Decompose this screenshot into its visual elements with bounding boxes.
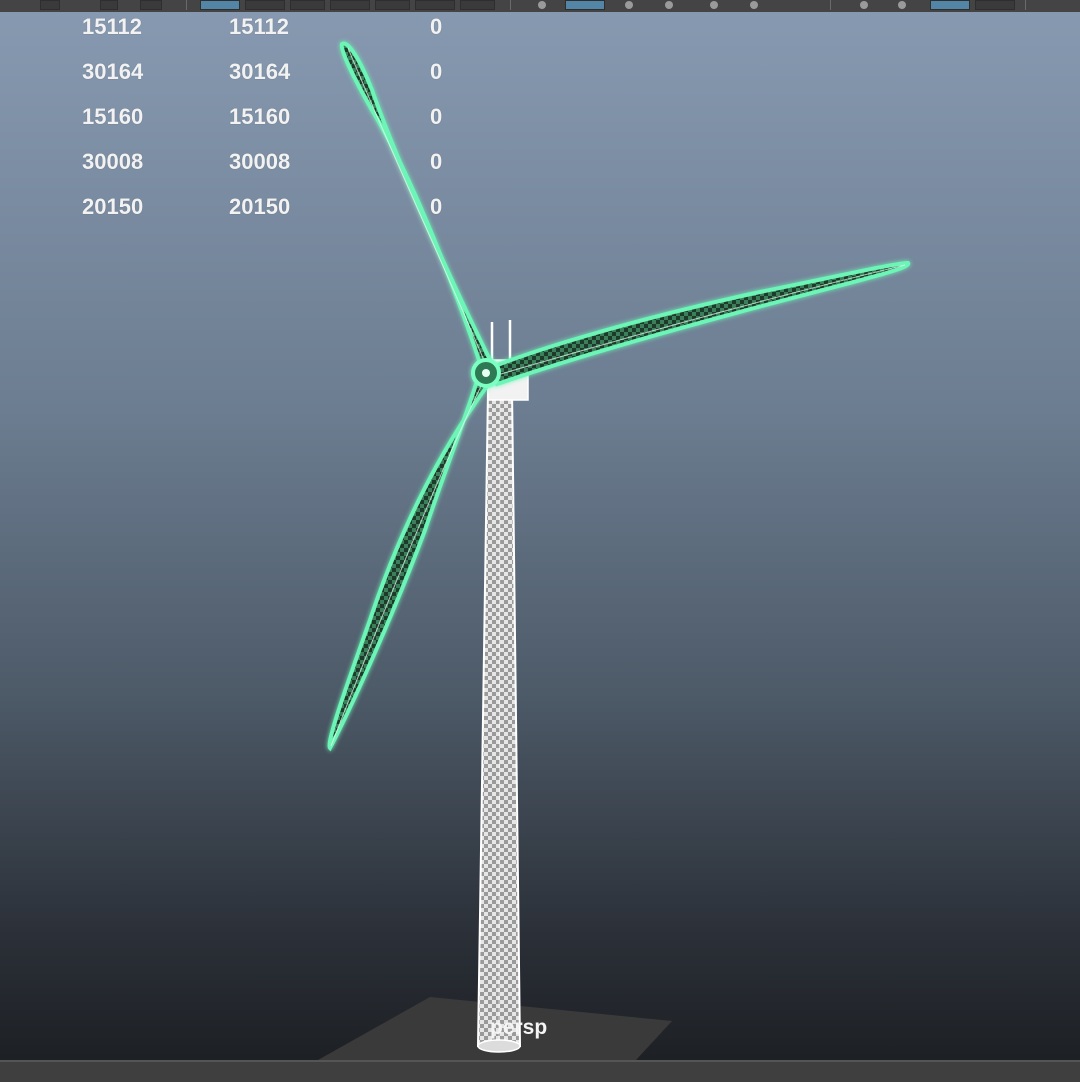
hud-row: 30164 30164 0 (0, 59, 480, 89)
ambient-occlusion-icon[interactable] (415, 0, 455, 10)
grid-icon[interactable] (40, 0, 60, 10)
hud-value: 15112 (229, 14, 289, 39)
perspective-viewport[interactable]: 15112 15112 0 30164 30164 0 15160 15160 … (0, 12, 1080, 1060)
hud-value: 15112 (82, 14, 142, 39)
toolbar-separator (510, 0, 511, 10)
toolbar-separator (830, 0, 831, 10)
resolution-gate-icon[interactable] (930, 0, 970, 10)
toolbar-separator (186, 0, 187, 10)
hud-value: 20150 (82, 194, 144, 219)
hud-value: 0 (430, 14, 443, 39)
hud-row: 15112 15112 0 (0, 14, 480, 44)
hud-row: 15160 15160 0 (0, 104, 480, 134)
blade-left (327, 375, 494, 752)
snap-icon[interactable] (100, 0, 118, 10)
hud-value: 0 (430, 59, 443, 84)
hud-icon[interactable] (710, 1, 718, 9)
hud-row: 30008 30008 0 (0, 149, 480, 179)
hud-value: 15160 (82, 104, 144, 129)
blade-right (487, 260, 911, 387)
status-bar (0, 1060, 1080, 1082)
camera-name-label: persp (490, 1016, 548, 1039)
motion-blur-icon[interactable] (460, 0, 495, 10)
xray-components-icon[interactable] (665, 1, 673, 9)
hud-value: 30008 (229, 149, 291, 174)
hud-value: 30164 (82, 59, 144, 84)
hud-value: 15160 (229, 104, 291, 129)
xray-icon[interactable] (565, 0, 605, 10)
wireframe-icon[interactable] (200, 0, 240, 10)
tower-mesh[interactable] (476, 389, 522, 1053)
camera-icon[interactable] (140, 0, 162, 10)
shaded-icon[interactable] (245, 0, 285, 10)
gamma-icon[interactable] (750, 1, 758, 9)
xray-joints-icon[interactable] (625, 1, 633, 9)
textured-icon[interactable] (290, 0, 325, 10)
hud-value: 0 (430, 149, 443, 174)
lighting-icon[interactable] (330, 0, 370, 10)
hud-value: 0 (430, 194, 443, 219)
stereo-icon[interactable] (860, 1, 868, 9)
isolate-icon[interactable] (538, 1, 546, 9)
hud-value: 30008 (82, 149, 144, 174)
colorspace-icon[interactable] (898, 1, 906, 9)
film-gate-icon[interactable] (975, 0, 1015, 10)
hud-row: 20150 20150 0 (0, 194, 480, 224)
toolbar-separator (1025, 0, 1026, 10)
hud-value: 0 (430, 104, 443, 129)
hud-value: 30164 (229, 59, 291, 84)
hud-value: 20150 (229, 194, 291, 219)
shadow-icon[interactable] (375, 0, 410, 10)
